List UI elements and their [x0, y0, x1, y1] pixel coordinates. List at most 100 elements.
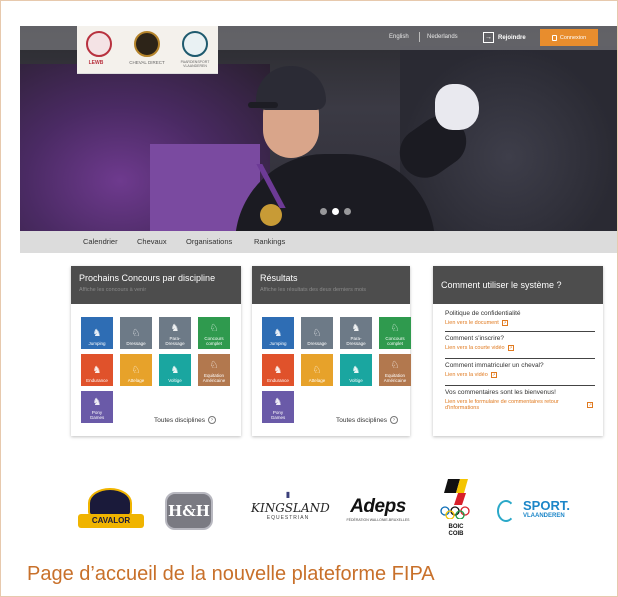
- discipline-label: Dressage: [126, 341, 146, 346]
- help-item: Vos commentaires sont les bienvenus! Lien…: [445, 389, 593, 411]
- hh-logo[interactable]: H&H: [165, 492, 213, 530]
- discipline-tile-contests[interactable]: ♞ Endurance: [81, 354, 113, 386]
- help-item-title: Vos commentaires sont les bienvenus!: [445, 389, 556, 396]
- horse-icon: ♘: [209, 360, 219, 371]
- horse-icon: ♘: [390, 323, 400, 334]
- caption: Page d’accueil de la nouvelle plateforme…: [27, 563, 435, 585]
- discipline-tile-contests[interactable]: ♘ Equitation Américaine: [198, 354, 230, 386]
- discipline-label: Voltige: [168, 378, 182, 383]
- discipline-tile-results[interactable]: ♞ Pony Games: [262, 391, 294, 423]
- discipline-tile-contests[interactable]: ♞ Voltige: [159, 354, 191, 386]
- panel-subtitle: Affiche les concours à venir: [79, 287, 147, 293]
- lang-english-link[interactable]: English: [389, 34, 409, 40]
- paardensport-logo[interactable]: [182, 31, 208, 57]
- discipline-label: Para- Dressage: [346, 336, 366, 346]
- carousel-dot[interactable]: [344, 208, 351, 215]
- help-item-link[interactable]: Lien vers le document ↗: [445, 320, 593, 326]
- discipline-tile-results[interactable]: ♘ Concours complet: [379, 317, 411, 349]
- results-panel: Résultats Affiche les résultats des deux…: [252, 266, 411, 436]
- help-item: Comment immatriculer un cheval? Lien vers…: [445, 362, 593, 378]
- upcoming-contests-panel: Prochains Concours par discipline Affich…: [71, 266, 241, 436]
- discipline-label: Equitation Américaine: [202, 373, 226, 383]
- arrow-circle-icon: ›: [207, 416, 216, 424]
- help-item-title: Comment immatriculer un cheval?: [445, 362, 544, 369]
- divider: [445, 385, 595, 386]
- discipline-tile-results[interactable]: ♘ Attelage: [301, 354, 333, 386]
- nav-calendar[interactable]: Calendrier: [83, 237, 118, 246]
- discipline-label: Jumping: [269, 341, 287, 346]
- help-item-link[interactable]: Lien vers la courte vidéo ↗: [445, 345, 593, 351]
- help-item: Politique de confidentialité Lien vers le…: [445, 310, 593, 326]
- horse-icon: ♞: [170, 365, 180, 376]
- discipline-tile-contests[interactable]: ♞ Pony Games: [81, 391, 113, 423]
- horse-icon: ♘: [312, 365, 322, 376]
- discipline-tile-contests[interactable]: ♞ Para- Dressage: [159, 317, 191, 349]
- discipline-label: Concours complet: [204, 336, 224, 346]
- discipline-tile-results[interactable]: ♞ Para- Dressage: [340, 317, 372, 349]
- all-disciplines-link[interactable]: Toutes disciplines ›: [336, 416, 398, 424]
- discipline-tile-results[interactable]: ♞ Voltige: [340, 354, 372, 386]
- carousel-dots: [320, 208, 351, 215]
- horse-icon: ♞: [273, 397, 283, 408]
- nav-rankings[interactable]: Rankings: [254, 237, 285, 246]
- discipline-tile-contests[interactable]: ♘ Dressage: [120, 317, 152, 349]
- join-button[interactable]: → Rejoindre: [483, 30, 526, 45]
- lang-dutch-link[interactable]: Nederlands: [427, 34, 458, 40]
- discipline-tile-results[interactable]: ♘ Equitation Américaine: [379, 354, 411, 386]
- connect-button[interactable]: Connexion: [540, 29, 598, 46]
- external-link-icon: ↗: [490, 372, 497, 378]
- discipline-tile-contests[interactable]: ♘ Concours complet: [198, 317, 230, 349]
- horse-icon: ♘: [131, 328, 141, 339]
- panel-title: Résultats: [260, 273, 298, 283]
- help-item-link[interactable]: Lien vers la vidéo ↗: [445, 372, 593, 378]
- horse-icon: ♞: [351, 323, 361, 334]
- discipline-label: Attelage: [308, 378, 326, 383]
- federation-logos: LEWB CHEVAL DIRECT PAARDENSPORT VLAANDER…: [77, 26, 218, 74]
- arrow-circle-icon: ›: [389, 416, 398, 424]
- help-item-link[interactable]: Lien vers le formulaire de commentaires …: [445, 399, 593, 411]
- carousel-dot[interactable]: [320, 208, 327, 215]
- divider: [445, 331, 595, 332]
- kingsland-logo[interactable]: ▮ KINGSLAND EQUESTRIAN: [251, 490, 330, 530]
- horse-icon: ♞: [92, 365, 102, 376]
- discipline-tile-results[interactable]: ♞ Jumping: [262, 317, 294, 349]
- lewb-logo[interactable]: [86, 31, 112, 57]
- nav-horses[interactable]: Chevaux: [137, 237, 167, 246]
- external-link-icon: ↗: [501, 320, 508, 326]
- panel-title: Prochains Concours par discipline: [79, 273, 216, 283]
- external-link-icon: ↗: [507, 345, 514, 351]
- help-item-title: Politique de confidentialité: [445, 310, 521, 317]
- discipline-label: Voltige: [349, 378, 363, 383]
- cavalor-logo[interactable]: CAVALOR: [78, 488, 144, 532]
- horse-icon: ♘: [131, 365, 141, 376]
- discipline-label: Pony Games: [270, 410, 286, 420]
- horse-icon: ♞: [351, 365, 361, 376]
- nav-organisations[interactable]: Organisations: [186, 237, 232, 246]
- discipline-label: Para- Dressage: [165, 336, 185, 346]
- all-disciplines-link[interactable]: Toutes disciplines ›: [154, 416, 216, 424]
- horse-icon: ♞: [92, 328, 102, 339]
- boic-logo[interactable]: BOIC COIB: [436, 477, 476, 539]
- discipline-label: Concours complet: [385, 336, 405, 346]
- sport-swirl-icon: [497, 500, 515, 522]
- rider-glove: [435, 84, 479, 130]
- carousel-dot[interactable]: [332, 208, 339, 215]
- discipline-tile-results[interactable]: ♘ Dressage: [301, 317, 333, 349]
- discipline-label: Equitation Américaine: [383, 373, 407, 383]
- horse-icon: ♘: [312, 328, 322, 339]
- discipline-tile-results[interactable]: ♞ Endurance: [262, 354, 294, 386]
- help-panel: Comment utiliser le système ? Politique …: [433, 266, 603, 436]
- sport-vlaanderen-logo[interactable]: SPORT. VLAANDEREN: [497, 496, 587, 526]
- cheval-direct-logo[interactable]: [134, 31, 160, 57]
- external-link-icon: ↗: [587, 402, 593, 408]
- discipline-tile-contests[interactable]: ♞ Jumping: [81, 317, 113, 349]
- horse-icon: ♞: [273, 328, 283, 339]
- discipline-label: Dressage: [307, 341, 327, 346]
- discipline-tile-contests[interactable]: ♘ Attelage: [120, 354, 152, 386]
- discipline-label: Pony Games: [89, 410, 105, 420]
- horse-icon: ♘: [390, 360, 400, 371]
- discipline-label: Endurance: [86, 378, 108, 383]
- help-item: Comment s'inscrire? Lien vers la courte v…: [445, 335, 593, 351]
- discipline-label: Attelage: [127, 378, 145, 383]
- adeps-logo[interactable]: Adeps FÉDÉRATION WALLONIE-BRUXELLES: [343, 496, 413, 526]
